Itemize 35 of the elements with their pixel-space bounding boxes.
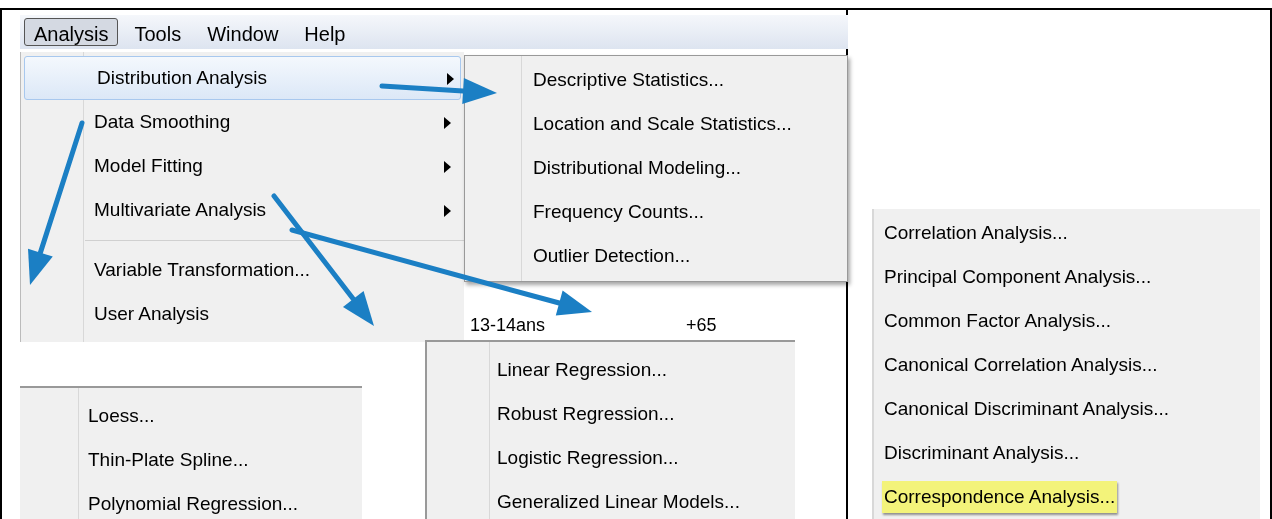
menu-item[interactable]: Canonical Correlation Analysis... <box>882 348 1160 382</box>
menu-item[interactable]: Location and Scale Statistics... <box>533 109 792 139</box>
menu-item[interactable]: Thin-Plate Spline... <box>88 445 249 475</box>
menu-item[interactable]: Variable Transformation... <box>21 248 464 292</box>
menu-item[interactable]: Robust Regression... <box>497 399 675 429</box>
submenu-arrow-icon <box>444 117 451 129</box>
menu-item[interactable]: Discriminant Analysis... <box>882 436 1082 470</box>
menu-item[interactable]: Multivariate Analysis <box>21 188 464 232</box>
menu-item[interactable]: Linear Regression... <box>497 355 668 385</box>
menu-item[interactable]: Correspondence Analysis... <box>882 480 1118 514</box>
menu-bar-item[interactable]: Window <box>197 18 289 46</box>
menu-item[interactable]: Logistic Regression... <box>497 443 679 473</box>
menu-item[interactable]: Loess... <box>88 401 155 431</box>
menu-item[interactable]: Polynomial Regression... <box>88 489 299 519</box>
menu-item[interactable]: Distributional Modeling... <box>533 153 742 183</box>
menu-item[interactable]: Data Smoothing <box>21 100 464 144</box>
table-cell-text: 13-14ans <box>469 313 547 337</box>
submenu-arrow-icon <box>444 205 451 217</box>
menu-item[interactable]: Generalized Linear Models... <box>497 487 740 517</box>
submenu-arrow-icon <box>444 161 451 173</box>
menu-bar-item[interactable]: Help <box>294 18 356 46</box>
menu-item[interactable]: Common Factor Analysis... <box>882 304 1114 338</box>
menu-item[interactable]: Model Fitting <box>21 144 464 188</box>
menu-item[interactable]: User Analysis <box>21 292 464 336</box>
menu-bar-item[interactable]: Tools <box>124 18 192 46</box>
menu-bar-item[interactable]: Analysis <box>24 18 119 46</box>
menu-item[interactable]: Canonical Discriminant Analysis... <box>882 392 1172 426</box>
menu-item[interactable]: Correlation Analysis... <box>882 216 1070 250</box>
submenu-arrow-icon <box>447 73 454 85</box>
menu-item[interactable]: Descriptive Statistics... <box>533 65 725 95</box>
menu-item[interactable]: Frequency Counts... <box>533 197 705 227</box>
menu-item[interactable]: Distribution Analysis <box>24 56 461 100</box>
menu-item[interactable]: Outlier Detection... <box>533 241 691 271</box>
menu-item[interactable]: Principal Component Analysis... <box>882 260 1154 294</box>
table-cell-text: +65 <box>686 313 717 337</box>
